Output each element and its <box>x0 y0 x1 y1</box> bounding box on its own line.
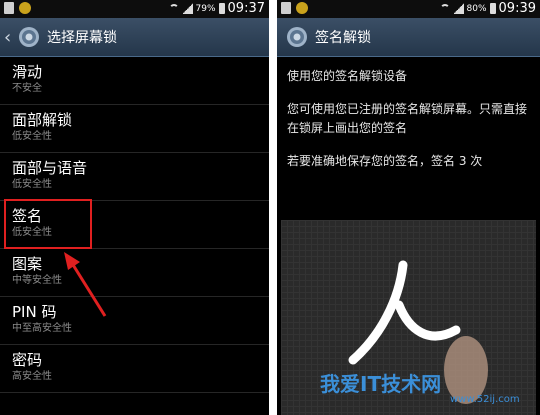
option-subtitle: 低安全性 <box>12 131 52 142</box>
back-chevron-icon[interactable]: ‹ <box>4 27 14 48</box>
option-subtitle: 低安全性 <box>12 179 52 190</box>
watermark-url: www.52ij.com <box>450 394 520 405</box>
option-password[interactable]: 密码 高安全性 <box>0 345 269 393</box>
option-title: PIN 码 <box>12 303 57 321</box>
option-title: 面部与语音 <box>12 159 88 177</box>
signal-icon <box>182 3 193 14</box>
left-screen: 79% 09:37 ‹ 选择屏幕锁 滑动 不安全 面部解锁 低安全性 面部与语音… <box>0 0 269 415</box>
description: 使用您的签名解锁设备 您可使用您已注册的签名解锁屏幕。只需直接在锁屏上画出您的签… <box>277 57 540 171</box>
option-pin[interactable]: PIN 码 中至高安全性 <box>0 297 269 345</box>
option-title: 面部解锁 <box>12 111 73 129</box>
option-face-unlock[interactable]: 面部解锁 低安全性 <box>0 105 269 153</box>
battery-icon <box>218 3 225 14</box>
clock: 09:39 <box>498 1 536 16</box>
watermark-logo: 我爱IT技术网 <box>320 372 442 396</box>
signal-icon <box>453 3 464 14</box>
option-title: 滑动 <box>12 63 43 81</box>
pointer-arrow-icon <box>64 252 107 317</box>
wifi-icon <box>168 3 180 14</box>
option-face-voice[interactable]: 面部与语音 低安全性 <box>0 153 269 201</box>
description-line: 使用您的签名解锁设备 <box>287 69 408 83</box>
battery-icon <box>489 3 496 14</box>
right-screen: 80% 09:39 签名解锁 使用您的签名解锁设备 您可使用您已注册的签名解锁屏… <box>277 0 540 415</box>
option-title: 密码 <box>12 351 43 369</box>
option-title: 图案 <box>12 255 43 273</box>
page-title: 选择屏幕锁 <box>47 30 117 46</box>
title-bar[interactable]: ‹ 选择屏幕锁 <box>0 18 269 57</box>
wifi-icon <box>439 3 451 14</box>
page-title: 签名解锁 <box>315 30 371 46</box>
option-pattern[interactable]: 图案 中等安全性 <box>0 249 269 297</box>
status-bar: 80% 09:39 <box>277 0 540 18</box>
status-bar: 79% 09:37 <box>0 0 269 18</box>
download-icon <box>19 2 31 14</box>
sd-card-icon <box>4 2 14 14</box>
battery-percent: 80% <box>466 3 487 14</box>
option-swipe[interactable]: 滑动 不安全 <box>0 57 269 105</box>
description-line: 您可使用您已注册的签名解锁屏幕。只需直接在锁屏上画出您的签名 <box>287 102 528 135</box>
option-subtitle: 中等安全性 <box>12 275 62 286</box>
gear-icon <box>19 27 39 47</box>
battery-percent: 79% <box>195 3 216 14</box>
signature-highlight-box <box>4 199 92 249</box>
clock: 09:37 <box>227 1 265 16</box>
description-line: 若要准确地保存您的签名，签名 3 次 <box>287 154 483 168</box>
option-subtitle: 中至高安全性 <box>12 323 72 334</box>
gear-icon <box>287 27 307 47</box>
option-subtitle: 不安全 <box>12 83 42 94</box>
download-icon <box>296 2 308 14</box>
option-subtitle: 高安全性 <box>12 371 52 382</box>
title-bar: 签名解锁 <box>277 18 540 57</box>
sd-card-icon <box>281 2 291 14</box>
